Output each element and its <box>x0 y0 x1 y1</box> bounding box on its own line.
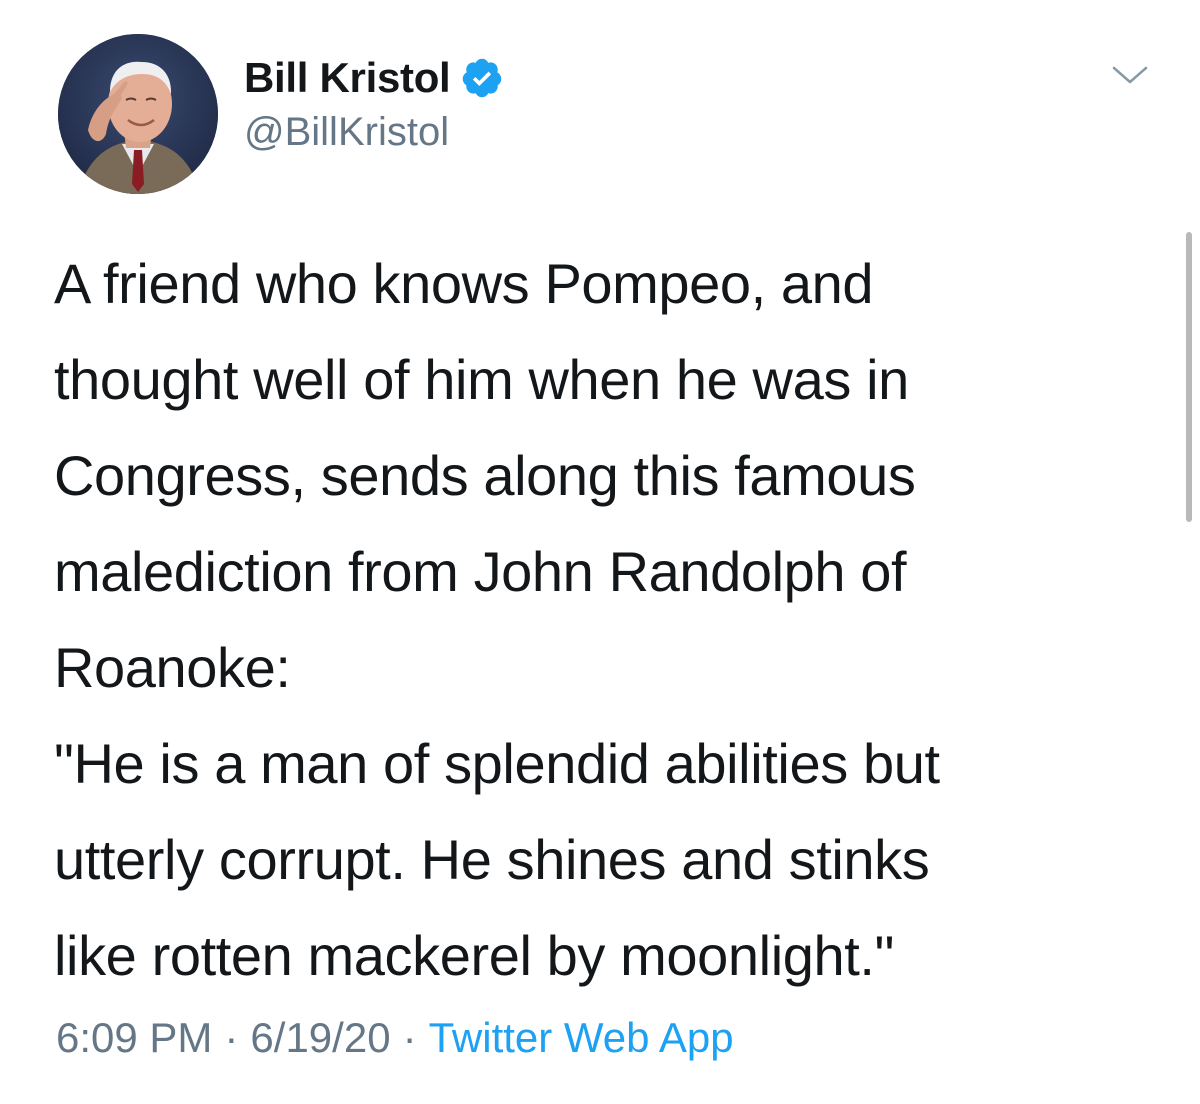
tweet-text-line: malediction from John Randolph of <box>54 540 907 603</box>
author-avatar[interactable] <box>58 34 218 194</box>
verified-badge-icon <box>460 56 504 100</box>
author-handle[interactable]: @BillKristol <box>244 110 449 155</box>
tweet-source-link[interactable]: Twitter Web App <box>429 1014 734 1061</box>
chevron-down-icon[interactable] <box>1108 60 1152 90</box>
author-display-name[interactable]: Bill Kristol <box>244 54 451 102</box>
tweet-text-line: like rotten mackerel by moonlight." <box>54 924 895 987</box>
tweet-text-line: thought well of him when he was in <box>54 348 909 411</box>
tweet-text: A friend who knows Pompeo, and thought w… <box>54 236 1154 1004</box>
tweet-text-line: utterly corrupt. He shines and stinks <box>54 828 930 891</box>
tweet-meta: 6:09 PM · 6/19/20 · Twitter Web App <box>56 1014 734 1062</box>
avatar-photo <box>58 34 218 194</box>
tweet-text-line: Congress, sends along this famous <box>54 444 916 507</box>
tweet-text-line: "He is a man of splendid abilities but <box>54 732 940 795</box>
tweet-time[interactable]: 6:09 PM <box>56 1014 212 1061</box>
tweet-date[interactable]: 6/19/20 <box>250 1014 390 1061</box>
author-name-row[interactable]: Bill Kristol <box>244 52 504 104</box>
meta-separator: · <box>224 1014 239 1061</box>
tweet-text-line: Roanoke: <box>54 636 291 699</box>
tweet-card: Bill Kristol @BillKristol A friend who k… <box>0 0 1200 1104</box>
tweet-text-line: A friend who knows Pompeo, and <box>54 252 874 315</box>
scrollbar[interactable] <box>1186 232 1192 522</box>
meta-separator: · <box>402 1014 417 1061</box>
